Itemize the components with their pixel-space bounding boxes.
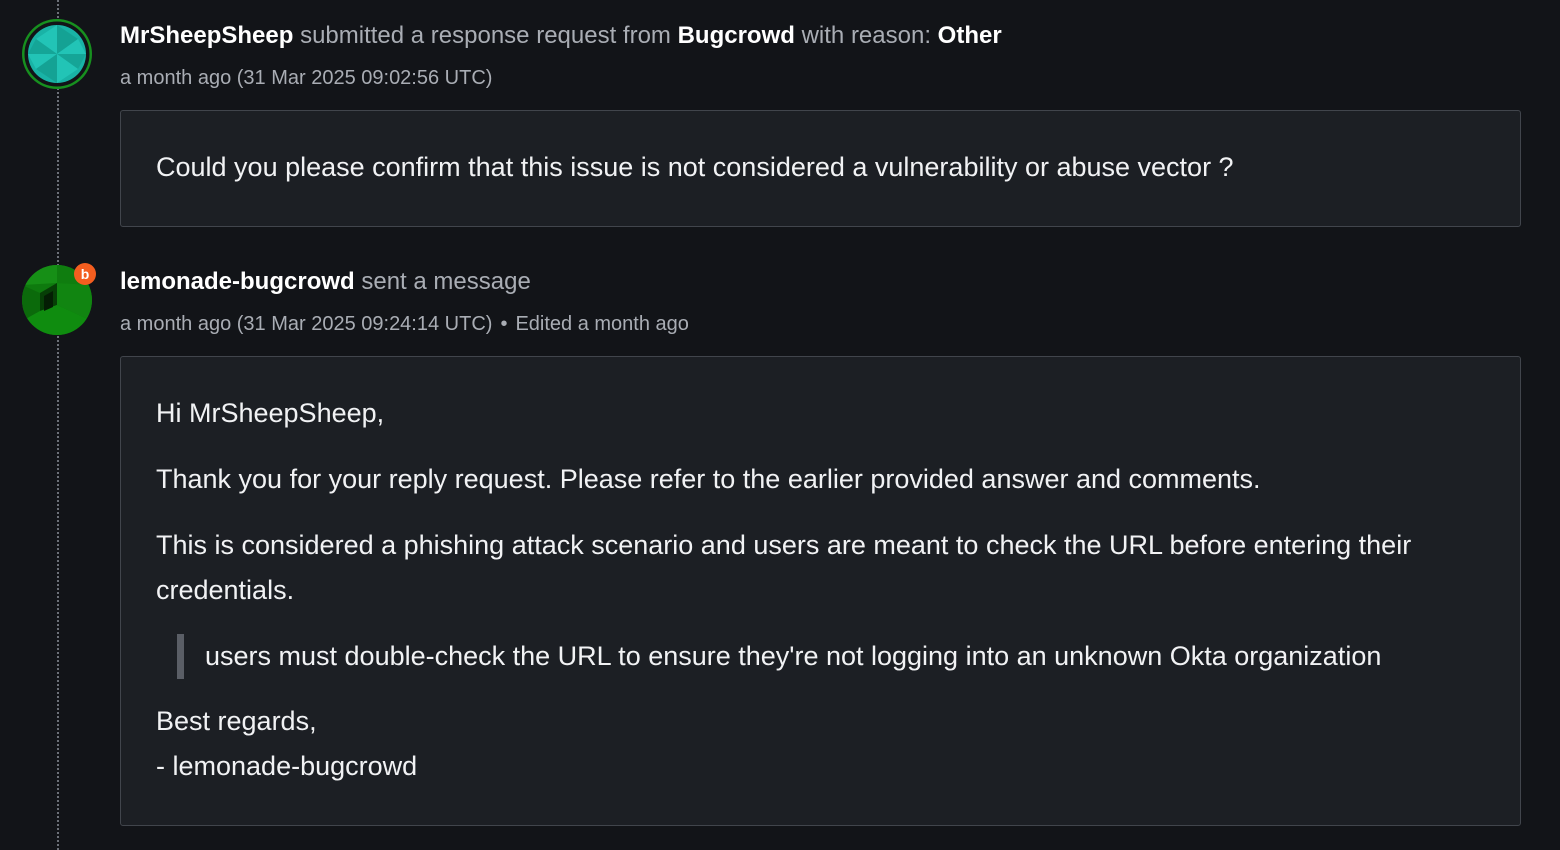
avatar-mrsheepsheep[interactable] [22, 19, 92, 89]
username-link[interactable]: MrSheepSheep [120, 22, 293, 49]
org-link[interactable]: Bugcrowd [678, 22, 795, 49]
entry-meta: a month ago (31 Mar 2025 09:02:56 UTC) [120, 64, 492, 92]
action-text: submitted a response request from [300, 22, 671, 49]
bugcrowd-badge: b [74, 263, 96, 285]
timestamp: a month ago (31 Mar 2025 09:24:14 UTC) [120, 313, 493, 335]
timeline-connector [57, 0, 59, 850]
avatar-lemonade-bugcrowd[interactable]: b [22, 263, 96, 335]
reason-value: Other [937, 22, 1002, 49]
message-box: Hi MrSheepSheep, Thank you for your repl… [120, 356, 1521, 826]
timestamp: a month ago (31 Mar 2025 09:02:56 UTC) [120, 67, 493, 89]
activity-timeline: MrSheepSheep submitted a response reques… [0, 0, 1560, 850]
edited-indicator[interactable]: Edited a month ago [515, 313, 688, 335]
message-box: Could you please confirm that this issue… [120, 110, 1521, 227]
message-greeting: Hi MrSheepSheep, [156, 398, 385, 428]
message-blockquote: users must double-check the URL to ensur… [177, 634, 1381, 679]
message-text: Could you please confirm that this issue… [156, 152, 1234, 182]
username-link[interactable]: lemonade-bugcrowd [120, 268, 355, 295]
message-signoff: Best regards, [156, 706, 317, 736]
identicon-icon [22, 19, 92, 89]
message-signature: - lemonade-bugcrowd [156, 751, 418, 781]
action-text: sent a message [361, 268, 531, 295]
entry-header: lemonade-bugcrowd sent a message [120, 266, 531, 298]
message-paragraph: Thank you for your reply request. Please… [156, 464, 1261, 494]
action-text-2: with reason: [801, 22, 931, 49]
entry-meta: a month ago (31 Mar 2025 09:24:14 UTC) • E… [120, 310, 689, 338]
message-paragraph: This is considered a phishing attack sce… [156, 530, 1412, 605]
entry-header: MrSheepSheep submitted a response reques… [120, 20, 1002, 52]
meta-separator: • [500, 313, 508, 335]
